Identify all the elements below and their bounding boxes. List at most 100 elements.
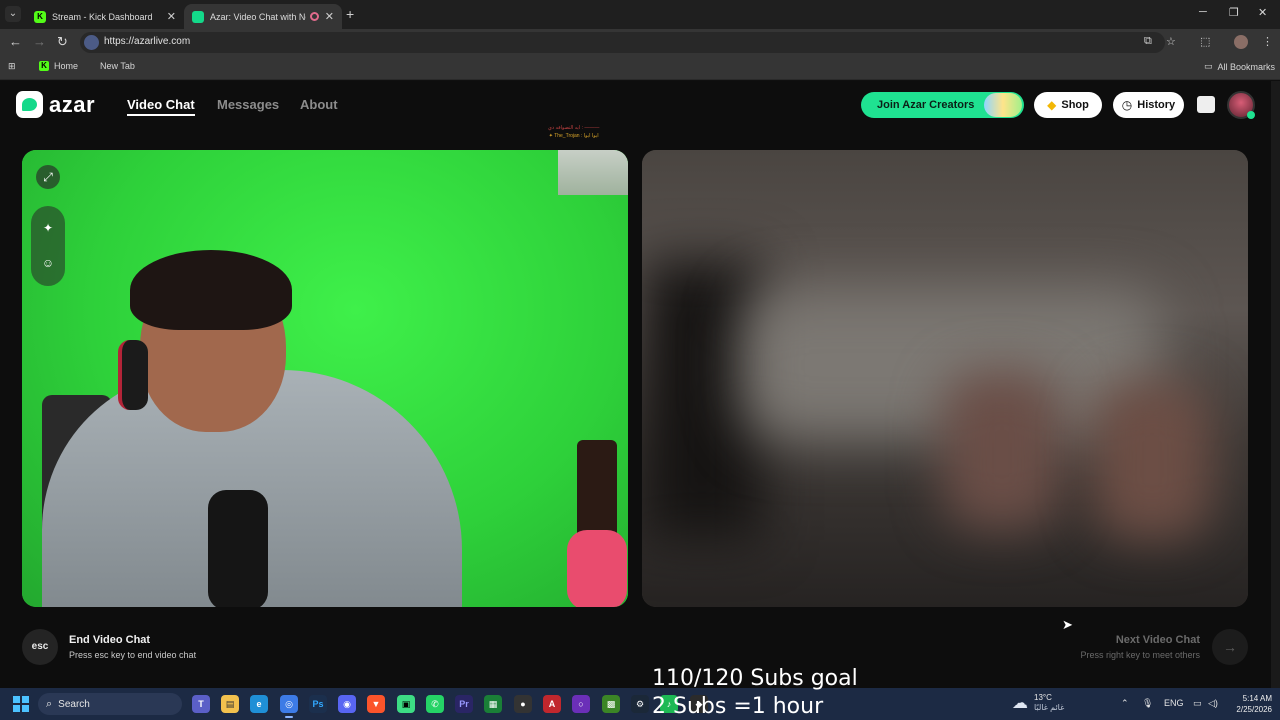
install-app-icon[interactable]: ⧉ <box>1144 35 1152 48</box>
kick-icon: K <box>39 61 49 71</box>
end-video-chat-title[interactable]: End Video Chat <box>69 634 150 646</box>
bookmark-star-icon[interactable]: ☆ <box>1166 35 1176 48</box>
next-video-chat-title[interactable]: Next Video Chat <box>1116 634 1200 646</box>
bookmark-home[interactable]: K Home <box>39 61 78 71</box>
plush-toy <box>567 530 627 607</box>
all-bookmarks[interactable]: ▭ All Bookmarks <box>1204 61 1275 72</box>
network-icon[interactable]: ▭ <box>1193 698 1202 709</box>
weather-desc: غائم غالبًا <box>1034 703 1065 712</box>
shop-button[interactable]: ◆ Shop <box>1034 92 1102 118</box>
minecraft-icon[interactable]: ▩ <box>602 695 620 713</box>
logo-text: azar <box>49 91 96 117</box>
premiere-icon[interactable]: Pr <box>455 695 473 713</box>
chat-line: ✦ The_Trojan : ايوا ايوا <box>548 133 599 139</box>
chevron-up-icon[interactable]: ⌃ <box>1121 698 1129 709</box>
discord-icon[interactable]: ◉ <box>338 695 356 713</box>
address-bar[interactable]: https://azarlive.com <box>80 32 1165 53</box>
file-explorer-icon[interactable]: ▤ <box>221 695 239 713</box>
inbox-icon[interactable] <box>1197 96 1215 113</box>
join-azar-creators-button[interactable]: Join Azar Creators <box>861 92 1024 118</box>
tab-azar[interactable]: Azar: Video Chat with New ✕ <box>184 4 342 29</box>
chat-line: ايه التصوافه دي : ——— <box>548 125 600 131</box>
magic-wand-icon[interactable]: ✦ <box>36 216 60 240</box>
history-label: History <box>1137 99 1176 111</box>
mouse-cursor-icon: ➤ <box>1062 617 1073 632</box>
android-app-icon[interactable]: ▣ <box>397 695 415 713</box>
history-button[interactable]: ◷ History <box>1113 92 1184 118</box>
language-indicator[interactable]: ENG <box>1164 698 1184 708</box>
whatsapp-icon[interactable]: ✆ <box>426 695 444 713</box>
sheets-icon[interactable]: ▦ <box>484 695 502 713</box>
gem-icon: ◆ <box>1047 98 1057 112</box>
taskbar-clock[interactable]: 5:14 AM 2/25/2026 <box>1228 693 1272 715</box>
minimize-button[interactable]: ─ <box>1199 6 1207 18</box>
steam-icon[interactable]: ⚙ <box>631 695 649 713</box>
tab-search-button[interactable]: ⌄ <box>5 6 21 22</box>
next-video-chat-hint: Press right key to meet others <box>1080 650 1200 660</box>
microphone-icon[interactable]: 🎙 <box>1142 698 1153 709</box>
creators-badge-icon <box>984 93 1022 117</box>
esc-key-button[interactable]: esc <box>22 629 58 665</box>
acrobat-icon[interactable]: A <box>543 695 561 713</box>
windows-taskbar: ⌕ Search T ▤ e ◎ Ps ◉ ▼ ▣ ✆ Pr ▦ ● A ○ ▩… <box>0 688 1280 720</box>
close-tab-icon[interactable]: ✕ <box>325 10 334 23</box>
extensions-icon[interactable]: ⬚ <box>1200 35 1210 48</box>
restore-button[interactable]: ❐ <box>1229 6 1239 19</box>
person-hair <box>130 250 292 330</box>
end-video-chat-hint: Press esc key to end video chat <box>69 650 197 660</box>
back-button[interactable]: ← <box>9 34 22 49</box>
nav-video-chat[interactable]: Video Chat <box>127 97 195 116</box>
edge-icon[interactable]: e <box>250 695 268 713</box>
browser-tab-strip: ⌄ K Stream - Kick Dashboard ✕ Azar: Vide… <box>0 0 1280 29</box>
recording-indicator-icon <box>309 12 319 21</box>
tab-title: Stream - Kick Dashboard <box>52 11 153 22</box>
nav-messages[interactable]: Messages <box>217 97 279 112</box>
next-arrow-button[interactable]: → <box>1212 629 1248 665</box>
close-window-button[interactable]: ✕ <box>1258 6 1267 19</box>
headphones <box>118 340 148 410</box>
apps-grid-icon[interactable]: ⊞ <box>8 61 16 72</box>
kick-favicon-icon: K <box>34 10 46 23</box>
tab-title: Azar: Video Chat with New <box>210 11 306 22</box>
page-scrollbar[interactable] <box>1271 81 1280 688</box>
taskbar-search[interactable]: ⌕ Search <box>38 693 182 715</box>
azar-favicon-icon <box>192 10 204 23</box>
remote-video-blurred <box>642 150 1248 607</box>
chrome-icon[interactable]: ◎ <box>280 695 298 718</box>
bookmarks-bar: ⊞ K Home New Tab ▭ All Bookmarks <box>0 56 1280 80</box>
azar-app: azar Video Chat Messages About Join Azar… <box>0 81 1271 688</box>
new-tab-button[interactable]: + <box>346 6 354 22</box>
shop-label: Shop <box>1061 99 1089 111</box>
tab-kick-dashboard[interactable]: K Stream - Kick Dashboard ✕ <box>26 4 184 29</box>
bookmark-label: Home <box>54 61 79 71</box>
local-video: ⤢ ✦ ☺ <box>22 150 628 607</box>
site-info-icon[interactable] <box>84 35 99 50</box>
brave-icon[interactable]: ▼ <box>367 695 385 713</box>
url-text: https://azarlive.com <box>104 36 191 47</box>
close-tab-icon[interactable]: ✕ <box>167 10 176 23</box>
clock-date: 2/25/2026 <box>1236 705 1272 714</box>
bookmark-new-tab[interactable]: New Tab <box>100 61 135 71</box>
app-icon-purple[interactable]: ○ <box>572 695 590 713</box>
weather-temp: 13°C <box>1034 693 1052 702</box>
clock-time: 5:14 AM <box>1242 694 1272 703</box>
obs-icon[interactable]: ● <box>514 695 532 713</box>
microphone <box>208 490 268 607</box>
search-icon: ⌕ <box>46 697 53 710</box>
forward-button[interactable]: → <box>33 34 46 49</box>
windows-start-icon[interactable] <box>13 696 29 712</box>
folder-icon: ▭ <box>1204 61 1213 71</box>
menu-icon[interactable]: ⋮ <box>1262 35 1273 48</box>
nav-about[interactable]: About <box>300 97 338 112</box>
volume-icon[interactable]: ◁) <box>1208 698 1218 709</box>
expand-icon[interactable]: ⤢ <box>36 165 60 189</box>
teams-icon[interactable]: T <box>192 695 210 713</box>
online-status-icon <box>1247 111 1255 119</box>
weather-widget[interactable]: ☁ 13°C غائم غالبًا <box>1012 693 1064 713</box>
profile-avatar[interactable] <box>1234 35 1248 49</box>
reload-button[interactable]: ↻ <box>57 34 68 50</box>
sticker-icon[interactable]: ☺ <box>36 251 60 275</box>
photoshop-icon[interactable]: Ps <box>309 695 327 713</box>
azar-logo[interactable]: azar <box>16 91 95 118</box>
browser-toolbar: ← → ↻ https://azarlive.com ⧉ ☆ ⬚ ⋮ <box>0 29 1280 56</box>
